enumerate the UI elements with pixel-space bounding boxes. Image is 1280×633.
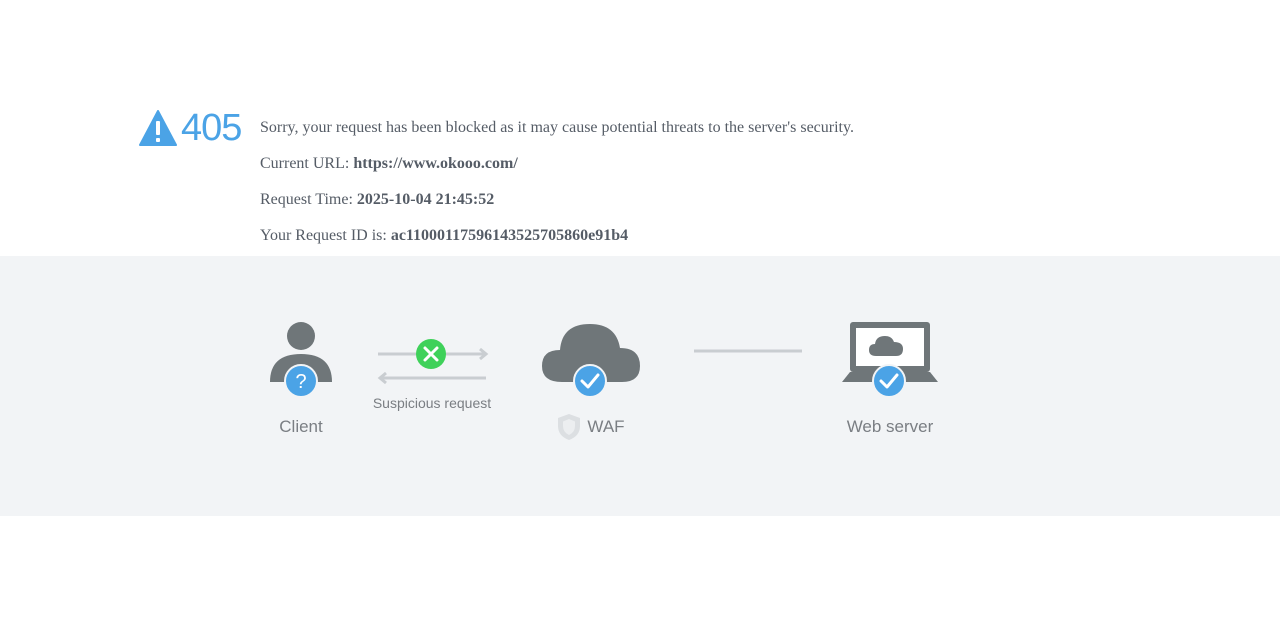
svg-text:?: ? <box>295 371 306 393</box>
waf-label: WAF <box>587 417 625 436</box>
warning-triangle-icon <box>139 110 177 146</box>
error-details: Sorry, your request has been blocked as … <box>260 118 854 262</box>
client-node: ? Client <box>262 320 340 437</box>
waf-node: WAF <box>540 320 642 441</box>
request-id-label: Your Request ID is: <box>260 227 391 244</box>
current-url-value: https://www.okooo.com/ <box>353 155 518 172</box>
web-server-node: Web server <box>840 320 940 437</box>
request-time-label: Request Time: <box>260 191 357 208</box>
request-time-line: Request Time: 2025-10-04 21:45:52 <box>260 190 854 226</box>
error-message: Sorry, your request has been blocked as … <box>260 119 854 136</box>
request-time-value: 2025-10-04 21:45:52 <box>356 191 495 208</box>
shield-icon <box>558 414 581 440</box>
error-header: 405 Sorry, your request has been blocked… <box>0 0 1280 256</box>
waf-server-connector <box>694 349 802 353</box>
error-code-block: 405 <box>139 107 242 149</box>
current-url-label: Current URL: <box>260 155 354 172</box>
error-code: 405 <box>181 107 242 149</box>
request-id-value: ac11000117596143525705860e91b4 <box>390 227 629 244</box>
client-label: Client <box>279 417 323 436</box>
web-server-label: Web server <box>846 417 934 436</box>
client-user-icon: ? <box>270 322 332 398</box>
waf-label-row: WAF <box>540 413 642 441</box>
flow-diagram: ? Client Suspicious request WAF Web serv… <box>0 256 1280 516</box>
web-server-laptop-icon <box>842 322 938 398</box>
current-url-line: Current URL: https://www.okooo.com/ <box>260 154 854 190</box>
suspicious-request-label: Suspicious request <box>372 395 492 411</box>
waf-cloud-icon <box>542 324 640 398</box>
request-arrows: Suspicious request <box>368 336 496 411</box>
bidirectional-arrows-icon <box>377 339 489 385</box>
